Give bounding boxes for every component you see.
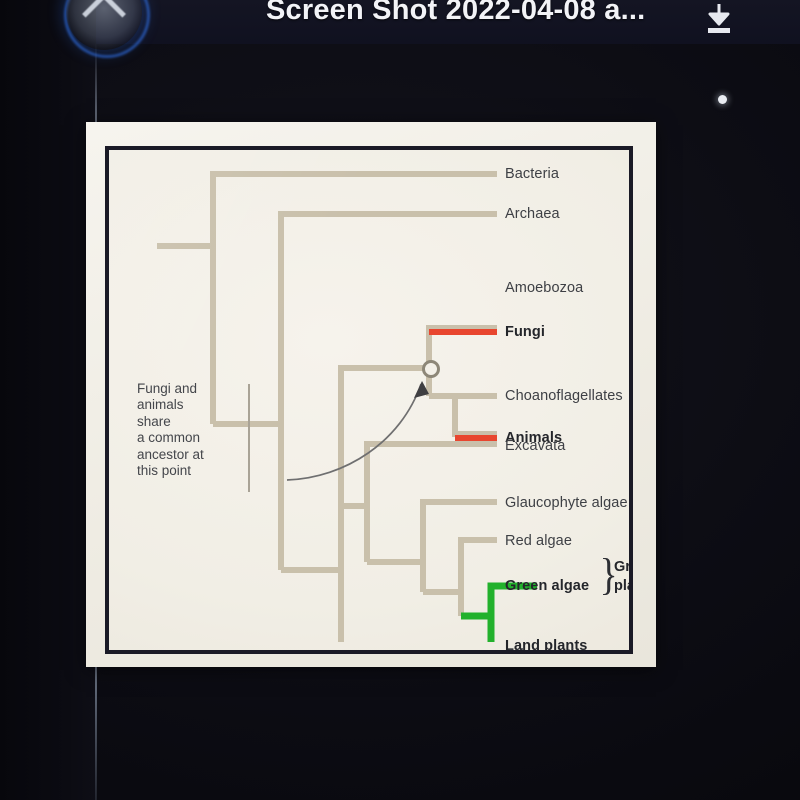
green-plants-label-line2: plants xyxy=(614,578,633,594)
tip-label-archaea: Archaea xyxy=(505,206,560,222)
tip-label-excavata: Excavata xyxy=(505,438,566,454)
annotation-text: Fungi and animals share a common ancesto… xyxy=(137,381,245,479)
page-title: Screen Shot 2022-04-08 a... xyxy=(266,0,646,26)
highlight-green-branches xyxy=(461,582,537,642)
green-plants-label: Green plants xyxy=(614,558,633,596)
green-plants-label-line1: Green xyxy=(614,559,631,575)
highlight-red-branches xyxy=(429,329,497,441)
annotation-line-1: Fungi and xyxy=(137,381,198,396)
annotation-arrow xyxy=(286,381,429,481)
tip-label-amoebozoa: Amoebozoa xyxy=(505,280,584,296)
top-bar: Screen Shot 2022-04-08 a... xyxy=(96,0,800,44)
tip-label-glaucophyte-algae: Glaucophyte algae xyxy=(505,495,628,511)
tip-label-fungi: Fungi xyxy=(505,324,545,340)
phone-screen: Screen Shot 2022-04-08 a... Bacteria Arc… xyxy=(0,0,800,800)
tip-label-red-algae: Red algae xyxy=(505,533,573,549)
left-gutter xyxy=(0,0,96,800)
tip-label-choanoflagellates: Choanoflagellates xyxy=(505,388,623,404)
annotation-line-4: a common xyxy=(137,430,201,446)
download-icon[interactable] xyxy=(702,2,736,38)
annotation-divider xyxy=(248,384,250,492)
annotation-line-2: animals xyxy=(137,397,184,413)
common-ancestor-node-circle xyxy=(422,360,440,378)
phylogenetic-tree-figure: Bacteria Archaea Amoebozoa Fungi Choanof… xyxy=(105,146,633,654)
screenshot-card: Bacteria Archaea Amoebozoa Fungi Choanof… xyxy=(86,122,656,667)
scroll-indicator-dot[interactable] xyxy=(718,95,727,104)
tip-label-green-algae: Green algae xyxy=(505,578,590,594)
tip-label-bacteria: Bacteria xyxy=(505,166,559,182)
annotation-line-3: share xyxy=(137,413,171,429)
annotation-line-5: ancestor at xyxy=(137,446,204,462)
annotation-line-6: this point xyxy=(137,463,192,479)
tip-label-other-protists: Other protists xyxy=(505,647,593,650)
tip-label-land-plants: Land plants xyxy=(505,638,588,654)
